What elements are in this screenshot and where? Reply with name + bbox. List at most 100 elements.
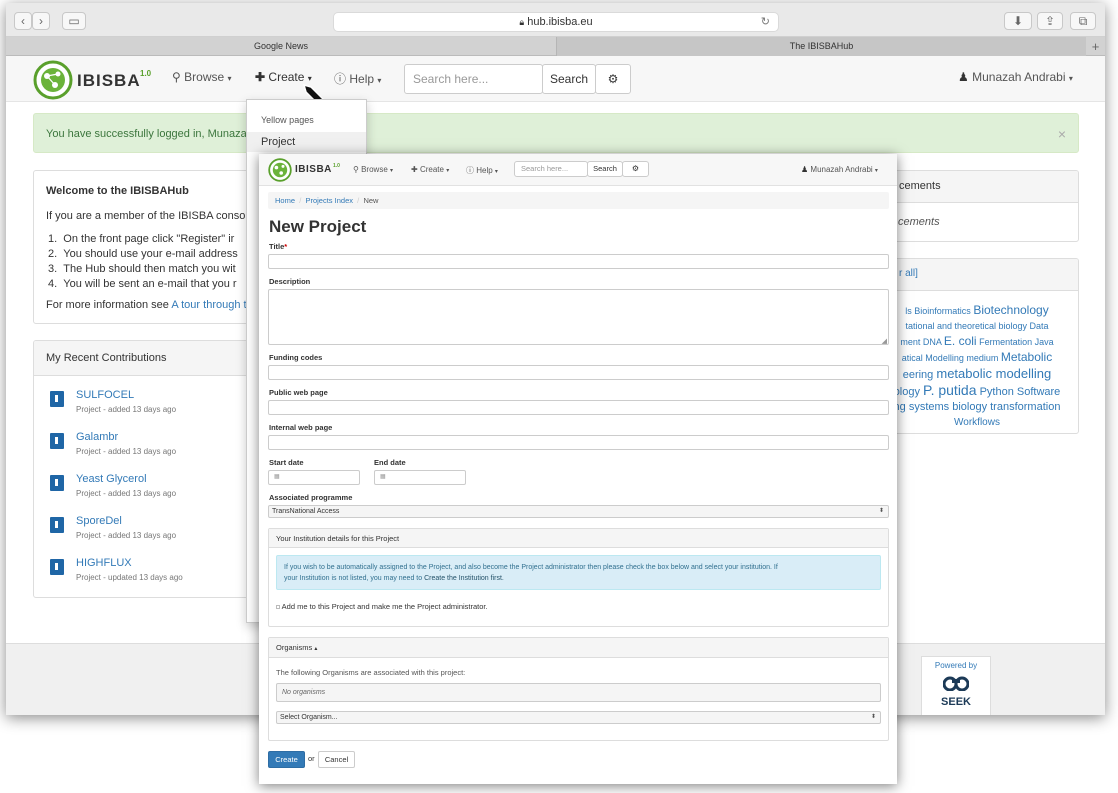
caret-down-icon: ▾ <box>377 76 382 85</box>
user-icon: ♟ <box>958 70 969 84</box>
tag[interactable]: Fermentation Java <box>977 337 1054 347</box>
back-icon[interactable]: ‹ <box>14 12 32 30</box>
search-button[interactable]: Search <box>542 64 596 94</box>
programme-value: TransNational Access <box>272 508 340 515</box>
browse-menu[interactable]: ⚲ Browse ▾ <box>172 70 232 84</box>
menu-item-yellow-pages[interactable]: Yellow pages <box>261 115 314 125</box>
tag[interactable]: P. putida <box>923 382 976 398</box>
tag[interactable]: Workflows <box>954 417 1000 428</box>
lock-icon: 🔒︎ <box>519 17 525 27</box>
internal-web-page-field[interactable] <box>268 435 889 450</box>
start-date-field[interactable]: ▦ <box>268 470 360 485</box>
breadcrumb-home[interactable]: Home <box>275 196 295 205</box>
tag[interactable]: Biotechnology <box>973 303 1048 317</box>
create-menu[interactable]: ✚ Create ▾ <box>255 70 312 84</box>
browse-menu[interactable]: ⚲ Browse ▾ <box>353 165 393 174</box>
logo-version: 1.0 <box>140 69 152 78</box>
tag[interactable]: ng systems biology transformation <box>894 401 1061 413</box>
tag[interactable]: atical Modelling medium <box>902 353 1001 363</box>
tab-ibisbahub[interactable]: The IBISBAHub <box>556 37 1086 56</box>
announcements-panel: cements cements <box>866 170 1079 242</box>
menu-item-project[interactable]: Project <box>247 132 366 152</box>
search-input[interactable]: Search here... <box>404 64 543 94</box>
overlay-logo[interactable]: IBISBA 1.0 <box>268 158 348 182</box>
tag[interactable]: eering <box>903 369 937 381</box>
create-label: Create <box>268 70 305 84</box>
tag[interactable]: ology <box>894 386 923 398</box>
title-field[interactable] <box>268 254 889 269</box>
tag-cloud: ls Bioinformatics Biotechnology tational… <box>867 303 1078 430</box>
calendar-icon[interactable]: ▦ <box>274 473 280 480</box>
powered-by-seek[interactable]: Powered by SEEK <box>921 656 991 715</box>
user-menu[interactable]: ♟ Munazah Andrabi ▾ <box>958 70 1073 84</box>
programme-select[interactable]: TransNational Access ⬍ <box>268 505 889 518</box>
contributions-title: My Recent Contributions <box>34 341 262 376</box>
tag[interactable]: tational and theoretical biology Data <box>905 321 1048 331</box>
programme-label: Associated programme <box>269 493 353 502</box>
gear-icon[interactable]: ⚙ <box>622 161 649 177</box>
tag-cloud-head[interactable]: r all] <box>867 259 1078 291</box>
tab-google-news[interactable]: Google News <box>6 37 556 56</box>
public-web-page-field[interactable] <box>268 400 889 415</box>
download-icon[interactable]: ⬇ <box>1004 12 1032 30</box>
tag[interactable]: metabolic modelling <box>936 366 1051 381</box>
help-menu[interactable]: ⓘ Help ▾ <box>334 70 381 87</box>
resize-handle-icon[interactable]: ◢ <box>882 337 887 345</box>
description-field[interactable]: ◢ <box>268 289 889 345</box>
new-tab-button[interactable]: + <box>1086 37 1105 56</box>
user-menu[interactable]: ♟ Munazah Andrabi ▾ <box>801 165 878 174</box>
search-icon: ⚲ <box>172 70 181 84</box>
forward-icon[interactable]: › <box>32 12 50 30</box>
share-icon[interactable]: ⇪ <box>1037 12 1063 30</box>
institution-info: If you wish to be automatically assigned… <box>276 555 881 590</box>
create-menu[interactable]: ✚ Create ▾ <box>411 165 449 174</box>
cancel-button[interactable]: Cancel <box>318 751 355 768</box>
project-icon <box>50 475 64 491</box>
step-4: 4. You will be sent an e-mail that you r <box>48 278 237 290</box>
funding-codes-field[interactable] <box>268 365 889 380</box>
help-menu[interactable]: ⓘ Help ▾ <box>466 165 498 176</box>
tag[interactable]: Python Software <box>977 386 1061 398</box>
create-button[interactable]: Create <box>268 751 305 768</box>
description-label: Description <box>269 277 311 286</box>
caret-down-icon: ▾ <box>227 74 232 83</box>
title-label: Title* <box>269 242 288 251</box>
tag[interactable]: Metabolic <box>1001 350 1052 364</box>
ibisba-logo[interactable]: IBISBA 1.0 <box>33 60 163 100</box>
search-button[interactable]: Search <box>587 161 623 177</box>
tag[interactable]: ment DNA <box>900 337 944 347</box>
user-icon: ♟ <box>801 165 809 174</box>
caret-down-icon: ▾ <box>874 168 878 174</box>
app-navbar: IBISBA 1.0 ⚲ Browse ▾ ✚ Create ▾ ⓘ Help … <box>6 56 1105 102</box>
tour-link[interactable]: A tour through th <box>171 299 252 311</box>
gear-icon[interactable]: ⚙ <box>595 64 631 94</box>
admin-checkbox[interactable] <box>276 605 280 610</box>
seek-label: SEEK <box>941 696 971 708</box>
announcements-body: cements <box>898 216 940 228</box>
breadcrumb-projects-index[interactable]: Projects Index <box>305 196 353 205</box>
project-icon <box>50 433 64 449</box>
institution-panel: Your Institution details for this Projec… <box>268 528 889 627</box>
tag[interactable]: ls Bioinformatics <box>905 306 973 316</box>
browser-toolbar: ‹ › ▭ 🔒︎ hub.ibisba.eu ↻ ⬇ ⇪ ⧉ <box>6 3 1105 37</box>
tab-bar: Google News The IBISBAHub + <box>6 37 1105 56</box>
sidebar-toggle-icon[interactable]: ▭ <box>62 12 86 30</box>
create-institution-link[interactable]: Create the Institution first. <box>424 575 504 582</box>
address-bar[interactable]: 🔒︎ hub.ibisba.eu ↻ <box>333 12 779 32</box>
caret-down-icon: ▾ <box>494 169 498 175</box>
close-icon[interactable]: × <box>1058 114 1066 154</box>
organism-select[interactable]: Select Organism... ⬍ <box>276 711 881 724</box>
search-input[interactable]: Search here... <box>514 161 588 177</box>
reload-icon[interactable]: ↻ <box>761 13 770 31</box>
plus-icon: ✚ <box>255 70 266 84</box>
browse-label: Browse <box>184 70 225 84</box>
tag[interactable]: E. coli <box>944 334 977 348</box>
tag-cloud-panel: r all] ls Bioinformatics Biotechnology t… <box>866 258 1079 434</box>
calendar-icon[interactable]: ▦ <box>380 473 386 480</box>
end-date-field[interactable]: ▦ <box>374 470 466 485</box>
organisms-toggle[interactable]: Organisms ▴ <box>269 638 888 658</box>
institution-info-line-1: If you wish to be automatically assigned… <box>284 564 778 571</box>
tabs-overview-icon[interactable]: ⧉ <box>1070 12 1096 30</box>
institution-title: Your Institution details for this Projec… <box>269 529 888 548</box>
admin-checkbox-row: Add me to this Project and make me the P… <box>276 602 488 611</box>
